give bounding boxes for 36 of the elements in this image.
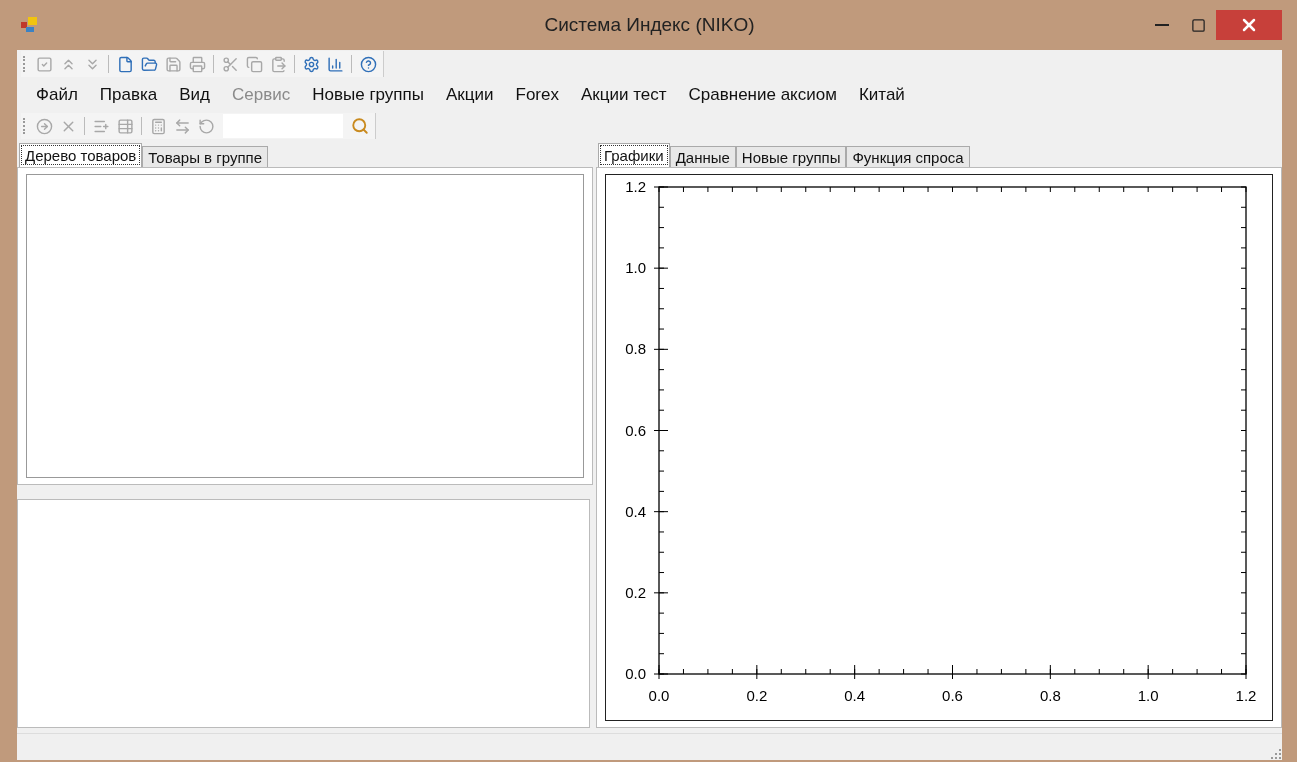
menu-item[interactable]: Китай — [847, 81, 916, 109]
tab[interactable]: Новые группы — [735, 146, 847, 167]
app-icon — [21, 17, 37, 33]
window-title: Система Индекс (NIKO) — [543, 14, 756, 36]
y-tick-label: 0.4 — [625, 502, 646, 520]
menu-item[interactable]: Правка — [88, 81, 169, 109]
y-tick-label: 0.6 — [625, 421, 646, 439]
menu-item[interactable]: Сравнение аксиом — [677, 81, 848, 109]
x-tick-label: 0.4 — [844, 687, 866, 704]
tab[interactable]: Товары в группе — [142, 146, 268, 167]
close-button[interactable] — [1216, 10, 1282, 40]
y-tick-label: 0.0 — [625, 665, 646, 682]
x-tick-label: 0.8 — [1039, 687, 1061, 704]
x-tick-label: 0.0 — [648, 687, 670, 704]
menu-item[interactable]: Новые группы — [301, 81, 435, 109]
y-tick-label: 0.2 — [625, 583, 646, 601]
x-tick-label: 0.2 — [746, 687, 768, 704]
menu-item[interactable]: Акции тест — [569, 81, 678, 109]
x-tick-label: 0.6 — [942, 687, 963, 704]
x-tick-label: 1.0 — [1137, 687, 1159, 704]
menu-item[interactable]: Forex — [504, 81, 570, 109]
y-tick-label: 0.8 — [625, 340, 646, 358]
tab[interactable]: Дерево товаров — [19, 143, 143, 167]
tab[interactable]: Функция спроса — [846, 146, 970, 167]
resize-grip-icon — [1270, 748, 1282, 760]
menu-item[interactable]: Вид — [168, 81, 221, 109]
menu-item[interactable]: Файл — [25, 81, 89, 109]
y-tick-label: 1.2 — [625, 178, 646, 195]
menu-item[interactable]: Акции — [435, 81, 505, 109]
search-icon[interactable] — [349, 115, 371, 137]
tab[interactable]: Данные — [669, 146, 736, 167]
minimize-icon — [1155, 24, 1169, 26]
tab[interactable]: Графики — [598, 143, 670, 167]
y-tick-label: 1.0 — [625, 259, 646, 277]
x-tick-label: 1.2 — [1235, 687, 1257, 704]
maximize-icon — [1190, 17, 1206, 33]
